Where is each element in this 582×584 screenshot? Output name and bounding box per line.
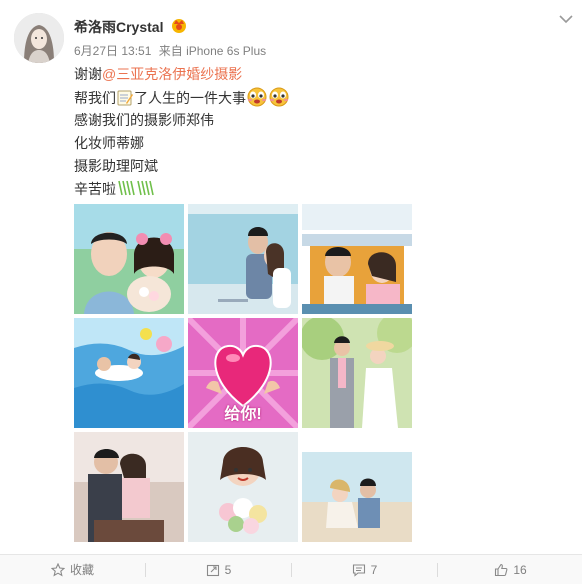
favorite-button[interactable]: 收藏 xyxy=(0,555,145,584)
repost-icon xyxy=(206,564,219,576)
comment-count: 7 xyxy=(370,562,378,577)
heart-caption: 给你! xyxy=(224,406,262,423)
text-line-makeup: 化妆师蒂娜 xyxy=(74,135,144,151)
weibo-post-card: 希洛雨Crystal 6月27日 13:51 来自 iPhone 6s Plus… xyxy=(0,0,582,584)
wedding-photo-4[interactable] xyxy=(74,318,184,428)
chevron-down-icon[interactable] xyxy=(558,12,574,24)
comment-icon xyxy=(352,563,365,577)
wedding-photo-9[interactable] xyxy=(302,432,412,542)
action-toolbar: 收藏 5 7 16 xyxy=(0,554,582,584)
vip-crown-icon[interactable] xyxy=(170,17,188,33)
mention-link[interactable]: @三亚克洛伊婚纱摄影 xyxy=(102,66,242,82)
hardwork-text: 辛苦啦 xyxy=(74,181,116,197)
text-line-help: 帮我们 了人生的一件大事 xyxy=(74,87,290,110)
help-prefix: 帮我们 xyxy=(74,90,116,106)
text-line-hardwork: 辛苦啦 xyxy=(74,178,156,201)
wedding-photo-5[interactable]: 给你! xyxy=(188,318,298,428)
wedding-photo-2[interactable] xyxy=(188,204,298,314)
help-suffix: 了人生的一件大事 xyxy=(134,90,246,106)
wedding-photo-3[interactable] xyxy=(302,204,412,314)
applause-emoji-icon xyxy=(116,178,156,201)
text-line-thanks: 谢谢@三亚克洛伊婚纱摄影 xyxy=(74,64,242,84)
star-icon xyxy=(50,562,65,577)
username[interactable]: 希洛雨Crystal xyxy=(74,17,163,37)
wedding-photo-8[interactable] xyxy=(188,432,298,542)
wedding-photo-1[interactable] xyxy=(74,204,184,314)
comment-button[interactable]: 7 xyxy=(292,555,437,584)
thanks-prefix: 谢谢 xyxy=(74,66,102,82)
crying-emoji-icon xyxy=(268,87,290,110)
photo-grid: 给你! xyxy=(74,204,412,542)
wedding-photo-6[interactable] xyxy=(302,318,412,428)
repost-button[interactable]: 5 xyxy=(146,555,291,584)
like-button[interactable]: 16 xyxy=(438,555,582,584)
post-date[interactable]: 6月27日 13:51 xyxy=(74,44,151,58)
post-source: 来自 iPhone 6s Plus xyxy=(158,44,267,58)
post-meta: 6月27日 13:51 来自 iPhone 6s Plus xyxy=(74,42,266,59)
text-line-photographer: 感谢我们的摄影师郑伟 xyxy=(74,112,214,128)
memo-emoji-icon xyxy=(116,89,134,110)
wedding-photo-7[interactable] xyxy=(74,432,184,542)
crying-emoji-icon xyxy=(246,87,268,110)
text-line-assistant: 摄影助理阿斌 xyxy=(74,158,158,174)
repost-count: 5 xyxy=(224,562,232,577)
favorite-label: 收藏 xyxy=(69,563,94,577)
thumbs-up-icon xyxy=(495,563,508,576)
like-count: 16 xyxy=(513,562,527,577)
avatar[interactable] xyxy=(14,13,64,63)
